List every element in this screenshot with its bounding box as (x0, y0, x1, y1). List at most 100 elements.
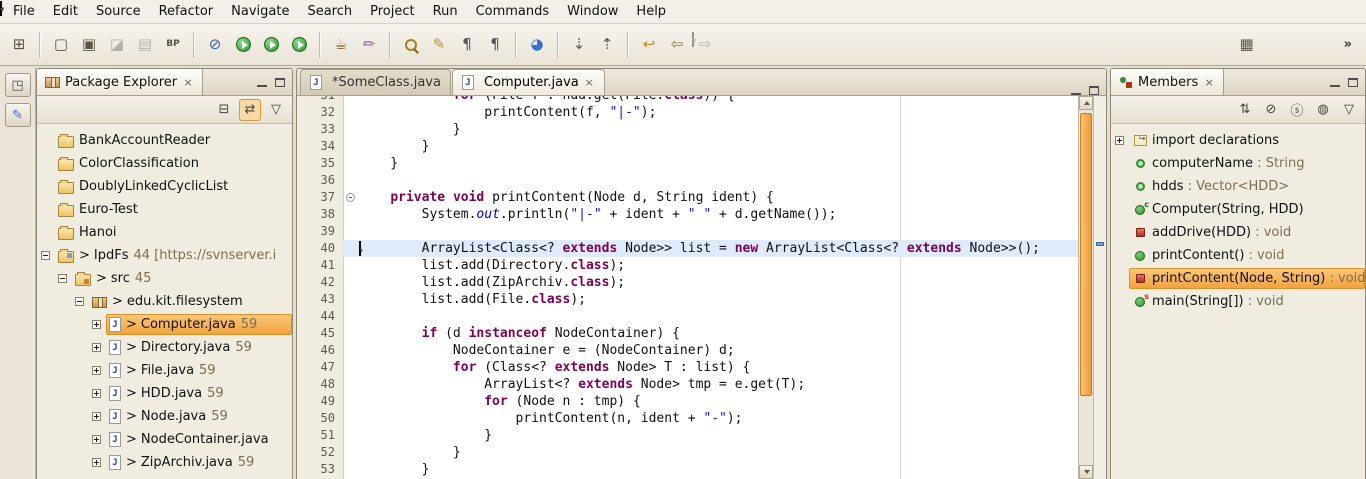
collapse-all-icon[interactable]: ⊟ (213, 99, 235, 121)
fast-view-editor-icon[interactable]: ✎ (5, 103, 31, 127)
line-number-33[interactable]: 33 (297, 121, 343, 138)
code-line-44[interactable]: 44 (297, 308, 1078, 325)
package-explorer-tab[interactable]: Package Explorer (37, 69, 203, 95)
member-computername[interactable]: computerName : String (1111, 152, 1365, 175)
line-number-49[interactable]: 49 (297, 393, 343, 410)
code-line-53[interactable]: 53 } (297, 461, 1078, 478)
editor-tab-someclass-java[interactable]: *SomeClass.java (300, 69, 451, 95)
member-hdds[interactable]: hdds : Vector<HDD> (1111, 175, 1365, 198)
tree-item-ipdfs[interactable]: >IpdFs44 [https://svnserver.i (37, 244, 292, 267)
menu-item-source[interactable]: Source (87, 1, 150, 22)
line-number-40[interactable]: 40 (297, 240, 343, 257)
code-line-32[interactable]: 32 printContent(f, "|-"); (297, 104, 1078, 121)
tree-expander-icon[interactable] (75, 297, 84, 306)
editor-tab-computer-java[interactable]: Computer.java (452, 69, 605, 95)
maximize-view-icon[interactable] (1348, 78, 1358, 87)
line-number-37[interactable]: 37 (297, 189, 343, 206)
line-number-32[interactable]: 32 (297, 104, 343, 121)
maximize-editor-icon[interactable] (1089, 86, 1099, 95)
member-main-string[interactable]: smain(String[]) : void (1111, 290, 1365, 313)
dropdown-caret-icon[interactable] (0, 1, 2, 16)
tree-item-ziparchiv-java[interactable]: >ZipArchiv.java59 (37, 451, 292, 474)
line-number-34[interactable]: 34 (297, 138, 343, 155)
block-selection-icon[interactable]: ¶ (482, 31, 508, 59)
editor-presentation-icon[interactable]: ▦ (1234, 31, 1260, 59)
new-wizard-icon[interactable]: ⊞ (6, 31, 32, 59)
line-number-46[interactable]: 46 (297, 342, 343, 359)
save-icon[interactable]: ◪ (104, 31, 130, 59)
tree-item-euro-test[interactable]: Euro-Test (37, 198, 292, 221)
scroll-up-icon[interactable] (1079, 96, 1093, 110)
tree-item-file-java[interactable]: >File.java59 (37, 359, 292, 382)
code-line-38[interactable]: 38 System.out.println("|-" + ident + " "… (297, 206, 1078, 223)
code-line-46[interactable]: 46 NodeContainer e = (NodeContainer) d; (297, 342, 1078, 359)
line-number-51[interactable]: 51 (297, 427, 343, 444)
tree-expander-icon[interactable] (58, 274, 67, 283)
line-number-44[interactable]: 44 (297, 308, 343, 325)
line-number-50[interactable]: 50 (297, 410, 343, 427)
member-adddrive-hdd[interactable]: addDrive(HDD) : void (1111, 221, 1365, 244)
tree-item-src[interactable]: >src45 (37, 267, 292, 290)
close-view-icon[interactable] (1203, 75, 1215, 90)
tree-expander-icon[interactable] (92, 320, 101, 329)
scrollbar-thumb[interactable] (1080, 113, 1092, 396)
restore-views-icon[interactable]: ◳ (5, 73, 31, 97)
code-line-31[interactable]: 31 for (File f : hdd.get(File.class)) { (297, 96, 1078, 104)
line-number-41[interactable]: 41 (297, 257, 343, 274)
external-tools-icon[interactable] (286, 31, 312, 59)
code-line-34[interactable]: 34 } (297, 138, 1078, 155)
code-line-52[interactable]: 52 } (297, 444, 1078, 461)
menu-item-edit[interactable]: Edit (44, 1, 87, 22)
line-number-38[interactable]: 38 (297, 206, 343, 223)
previous-annotation-icon[interactable]: ⇡ (594, 31, 620, 59)
view-menu-icon[interactable]: ▽ (1338, 99, 1360, 121)
line-number-42[interactable]: 42 (297, 274, 343, 291)
menu-item-search[interactable]: Search (298, 1, 361, 22)
overview-cursor-marker[interactable] (1096, 242, 1104, 246)
last-edit-location-icon[interactable]: ↩ (636, 31, 662, 59)
code-line-41[interactable]: 41 list.add(Directory.class); (297, 257, 1078, 274)
build-project-icon[interactable]: BP (160, 31, 186, 59)
tree-item-computer-java[interactable]: >Computer.java59 (37, 313, 292, 336)
sort-members-icon[interactable]: ⇅ (1234, 99, 1256, 121)
code-line-51[interactable]: 51 } (297, 427, 1078, 444)
menu-item-commands[interactable]: Commands (467, 1, 559, 22)
dropdown-caret-icon[interactable] (692, 32, 694, 47)
tree-expander-icon[interactable] (92, 366, 101, 375)
open-resource-icon[interactable]: ▣ (76, 31, 102, 59)
search-icon[interactable] (398, 31, 424, 59)
tree-item-hdd-java[interactable]: >HDD.java59 (37, 382, 292, 405)
print-icon[interactable]: ▤ (132, 31, 158, 59)
tree-expander-icon[interactable] (1115, 136, 1124, 145)
menu-item-window[interactable]: Window (558, 1, 627, 22)
code-line-47[interactable]: 47 for (Class<? extends Node> T : list) … (297, 359, 1078, 376)
code-line-50[interactable]: 50 printContent(n, ident + "-"); (297, 410, 1078, 427)
line-number-35[interactable]: 35 (297, 155, 343, 172)
tree-expander-icon[interactable] (92, 412, 101, 421)
code-editor[interactable]: 31 for (File f : hdd.get(File.class)) {3… (297, 96, 1106, 479)
minimize-editor-icon[interactable] (1071, 86, 1081, 95)
hide-non-public-icon[interactable]: ◍ (1312, 99, 1334, 121)
tree-item-nodecontainer-java[interactable]: >NodeContainer.java (37, 428, 292, 451)
tree-item-hanoi[interactable]: Hanoi (37, 221, 292, 244)
minimize-view-icon[interactable] (257, 78, 267, 87)
editor-vertical-scrollbar[interactable] (1078, 96, 1093, 479)
line-number-36[interactable]: 36 (297, 172, 343, 189)
code-line-45[interactable]: 45 if (d instanceof NodeContainer) { (297, 325, 1078, 342)
line-number-53[interactable]: 53 (297, 461, 343, 478)
tree-item-edu-kit-filesystem[interactable]: >edu.kit.filesystem (37, 290, 292, 313)
code-line-37[interactable]: 37 private void printContent(Node d, Str… (297, 189, 1078, 206)
close-view-icon[interactable] (182, 75, 194, 90)
minimize-view-icon[interactable] (1330, 78, 1340, 87)
hide-fields-icon[interactable]: ⊘ (1260, 99, 1282, 121)
member-printcontent-node-string[interactable]: printContent(Node, String) : void (1111, 267, 1365, 290)
menu-item-refactor[interactable]: Refactor (150, 1, 223, 22)
javadoc-icon[interactable]: ✏ (356, 31, 382, 59)
jar-export-icon[interactable]: ☕ (328, 31, 354, 59)
scroll-down-icon[interactable] (1079, 465, 1093, 479)
menu-item-navigate[interactable]: Navigate (222, 1, 298, 22)
tree-expander-icon[interactable] (92, 343, 101, 352)
mark-occurrences-icon[interactable]: ✎ (426, 31, 452, 59)
member-printcontent[interactable]: printContent() : void (1111, 244, 1365, 267)
show-whitespace-icon[interactable]: ¶ (454, 31, 480, 59)
